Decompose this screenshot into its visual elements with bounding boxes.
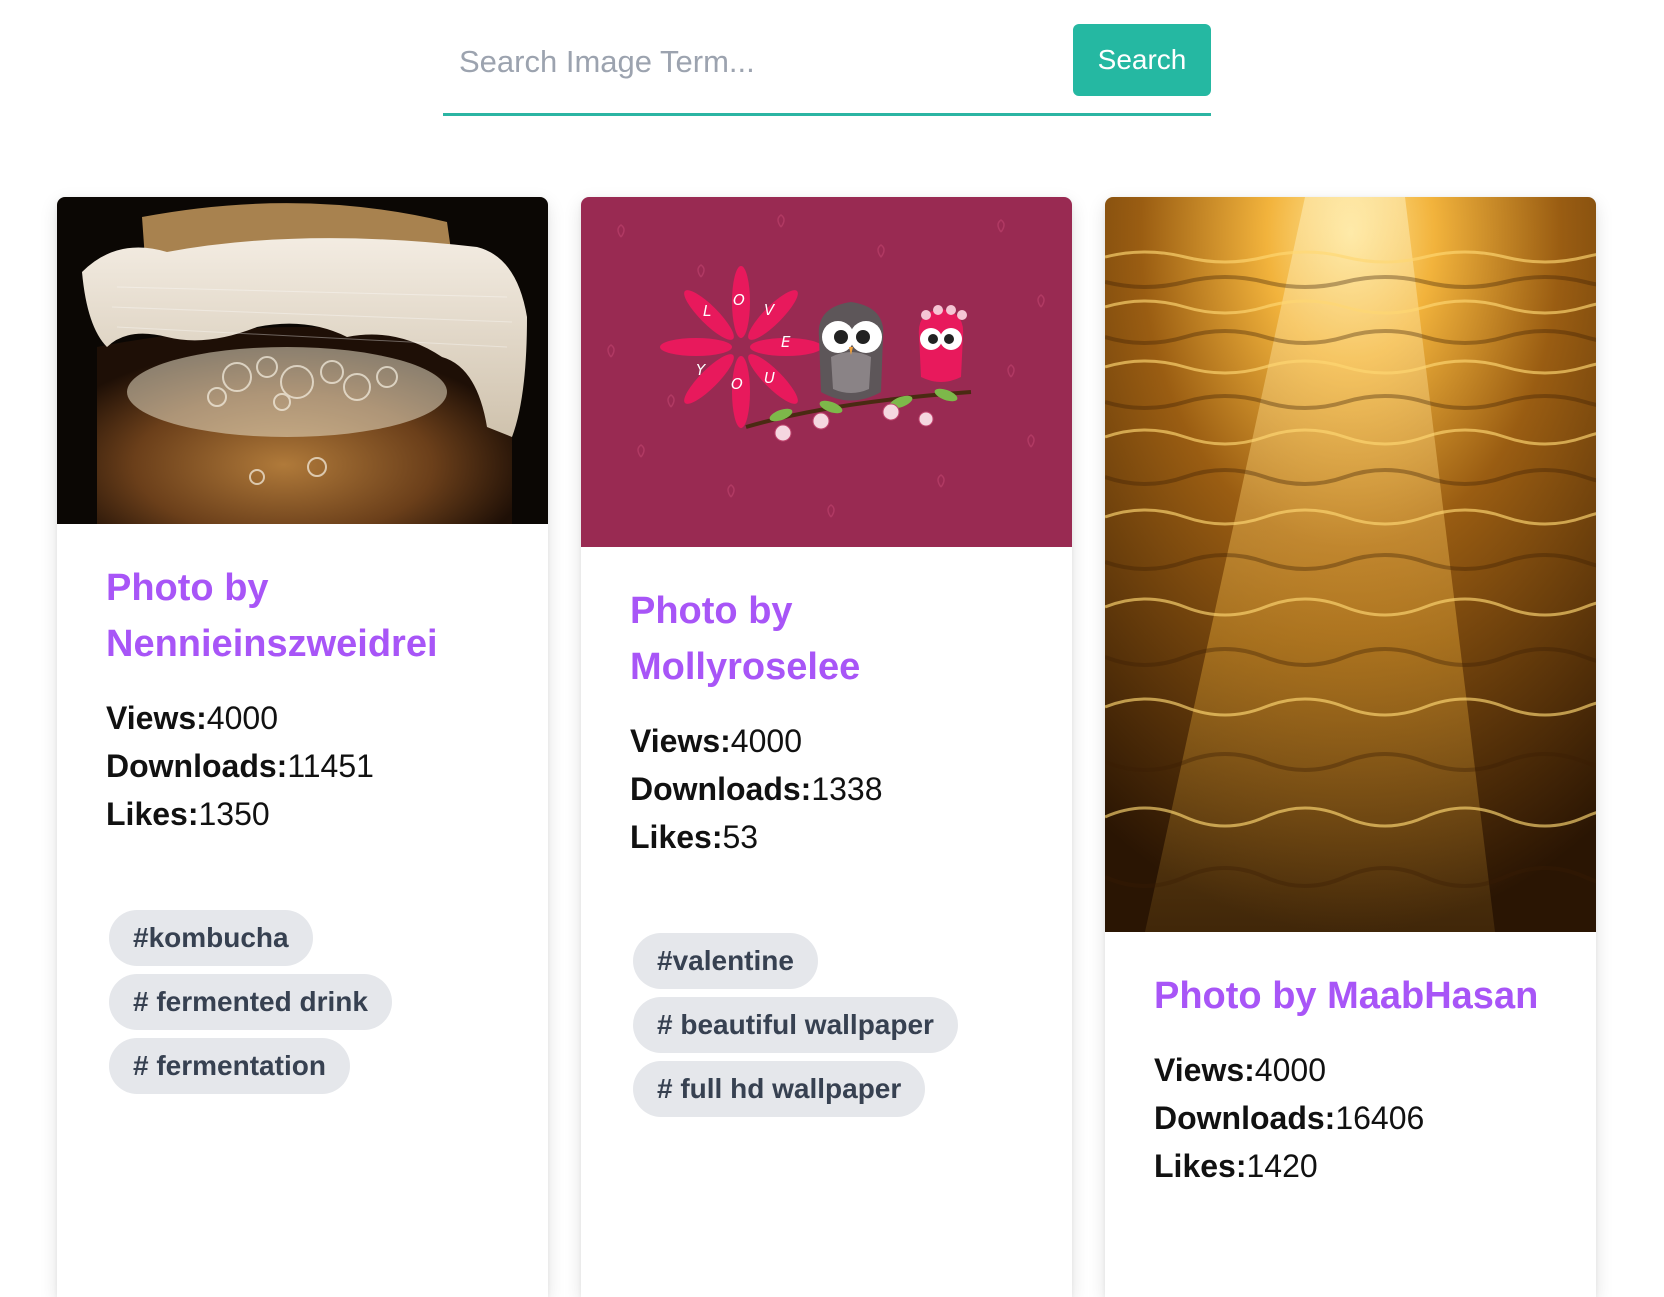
image-card: Photo by Nennieinszweidrei Views:4000 Do… (57, 197, 548, 1297)
tag-list: #kombucha # fermented drink # fermentati… (106, 910, 500, 1094)
image-card: Photo by MaabHasan Views:4000 Downloads:… (1105, 197, 1596, 1297)
views-value: 4000 (206, 700, 278, 736)
downloads-value: 1338 (811, 771, 883, 807)
likes-stat: Likes:1420 (1154, 1142, 1548, 1190)
downloads-label: Downloads: (1154, 1100, 1336, 1136)
card-body: Photo by Mollyroselee Views:4000 Downloa… (581, 547, 1072, 1117)
downloads-value: 16406 (1335, 1100, 1425, 1136)
likes-label: Likes: (630, 819, 723, 855)
tag-list: #valentine # beautiful wallpaper # full … (630, 933, 1024, 1117)
tag-chip[interactable]: #kombucha (109, 910, 313, 966)
card-body: Photo by MaabHasan Views:4000 Downloads:… (1105, 932, 1596, 1190)
tag-chip[interactable]: # fermented drink (109, 974, 392, 1030)
downloads-label: Downloads: (106, 748, 288, 784)
views-label: Views: (106, 700, 207, 736)
photographer-title: Photo by Mollyroselee (630, 590, 861, 688)
image-text-letter: E (781, 333, 791, 351)
card-image-valentine-owls: L O V E Y O U (581, 197, 1072, 547)
views-label: Views: (1154, 1052, 1255, 1088)
views-label: Views: (630, 723, 731, 759)
search-form: Search (443, 24, 1211, 116)
image-card: L O V E Y O U Photo by Mollyroselee View… (581, 197, 1072, 1297)
card-body: Photo by Nennieinszweidrei Views:4000 Do… (57, 524, 548, 1094)
photographer-title: Photo by MaabHasan (1154, 975, 1539, 1017)
views-value: 4000 (1254, 1052, 1326, 1088)
tag-chip[interactable]: # beautiful wallpaper (633, 997, 958, 1053)
downloads-stat: Downloads:1338 (630, 765, 1024, 813)
tag-chip[interactable]: #valentine (633, 933, 818, 989)
photographer-title: Photo by Nennieinszweidrei (106, 567, 438, 665)
image-text-letter: U (764, 369, 775, 387)
likes-value: 1420 (1246, 1148, 1318, 1184)
likes-label: Likes: (1154, 1148, 1247, 1184)
image-text-letter: O (731, 375, 743, 393)
likes-label: Likes: (106, 796, 199, 832)
image-text-letter: V (764, 301, 776, 319)
tag-chip[interactable]: # fermentation (109, 1038, 350, 1094)
downloads-label: Downloads: (630, 771, 812, 807)
likes-stat: Likes:1350 (106, 790, 500, 838)
views-stat: Views:4000 (1154, 1046, 1548, 1094)
tag-chip[interactable]: # full hd wallpaper (633, 1061, 926, 1117)
likes-stat: Likes:53 (630, 813, 1024, 861)
downloads-stat: Downloads:16406 (1154, 1094, 1548, 1142)
likes-value: 1350 (198, 796, 270, 832)
card-image-kombucha (57, 197, 548, 524)
likes-value: 53 (722, 819, 759, 855)
views-stat: Views:4000 (106, 694, 500, 742)
search-button[interactable]: Search (1073, 24, 1211, 96)
card-image-sunset-water (1105, 197, 1596, 932)
views-value: 4000 (730, 723, 802, 759)
search-input[interactable] (443, 32, 1043, 92)
views-stat: Views:4000 (630, 717, 1024, 765)
downloads-value: 11451 (287, 748, 374, 784)
image-text-letter: O (733, 291, 745, 309)
downloads-stat: Downloads:11451 (106, 742, 500, 790)
image-text-letter: L (703, 302, 711, 320)
